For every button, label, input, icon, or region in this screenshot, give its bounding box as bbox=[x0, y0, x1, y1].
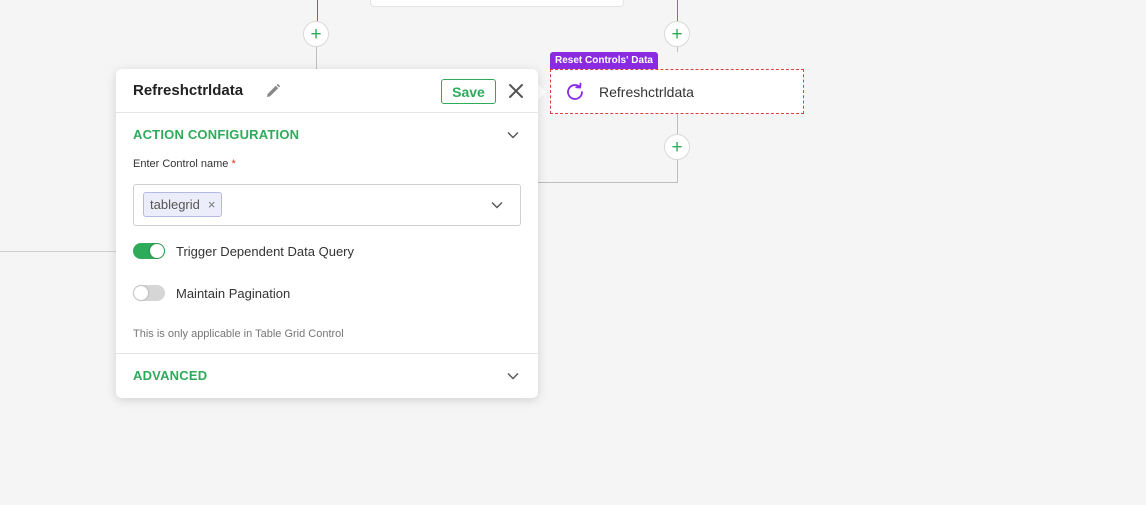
refresh-node[interactable]: Refreshctrldata bbox=[550, 69, 804, 114]
connector-gray-line bbox=[677, 47, 678, 52]
add-step-button[interactable]: + bbox=[303, 21, 329, 47]
connector-green-line bbox=[677, 0, 678, 21]
connector-gray-line bbox=[316, 47, 317, 70]
panel-pointer bbox=[538, 84, 546, 100]
chip-label: tablegrid bbox=[150, 197, 200, 212]
trigger-dependent-label: Trigger Dependent Data Query bbox=[176, 244, 355, 259]
maintain-pagination-label: Maintain Pagination bbox=[176, 286, 291, 301]
pagination-hint: This is only applicable in Table Grid Co… bbox=[133, 328, 344, 340]
selected-control-chip: tablegrid × bbox=[143, 192, 223, 217]
save-button[interactable]: Save bbox=[441, 79, 496, 104]
node-label: Refreshctrldata bbox=[599, 83, 694, 100]
pencil-icon[interactable] bbox=[265, 83, 281, 99]
plus-icon: + bbox=[671, 23, 683, 45]
connector-gray-line bbox=[677, 114, 678, 134]
close-icon[interactable] bbox=[508, 83, 524, 99]
chevron-down-icon[interactable] bbox=[490, 198, 504, 212]
chevron-down-icon[interactable] bbox=[506, 369, 520, 383]
connector-red-line bbox=[317, 0, 318, 21]
panel-title: Refreshctrldata bbox=[133, 82, 244, 99]
add-step-button[interactable]: + bbox=[664, 134, 690, 160]
control-name-label-text: Enter Control name bbox=[133, 158, 229, 170]
control-name-select[interactable]: tablegrid × bbox=[133, 184, 521, 226]
toggle-knob bbox=[150, 244, 164, 258]
action-config-panel: Refreshctrldata Save ACTION CONFIGURATIO… bbox=[116, 69, 538, 398]
chip-remove-button[interactable]: × bbox=[208, 197, 216, 212]
section-title-action-configuration[interactable]: ACTION CONFIGURATION bbox=[133, 127, 299, 142]
upstream-node-card[interactable] bbox=[370, 0, 624, 7]
section-title-advanced[interactable]: ADVANCED bbox=[133, 368, 207, 383]
connector-gray-line bbox=[0, 251, 116, 252]
control-name-label: Enter Control name * bbox=[133, 158, 236, 170]
trigger-dependent-toggle[interactable] bbox=[133, 243, 165, 259]
add-step-button[interactable]: + bbox=[664, 21, 690, 47]
maintain-pagination-toggle[interactable] bbox=[133, 285, 165, 301]
connector-gray-line bbox=[677, 160, 678, 183]
plus-icon: + bbox=[671, 136, 683, 158]
required-mark: * bbox=[231, 158, 236, 170]
panel-header: Refreshctrldata Save bbox=[116, 69, 538, 113]
section-divider bbox=[116, 353, 538, 354]
chevron-down-icon[interactable] bbox=[506, 128, 520, 142]
plus-icon: + bbox=[310, 23, 322, 45]
node-type-badge: Reset Controls' Data bbox=[550, 52, 658, 69]
toggle-knob bbox=[134, 286, 148, 300]
refresh-icon bbox=[567, 82, 583, 100]
connector-gray-line bbox=[538, 182, 678, 183]
